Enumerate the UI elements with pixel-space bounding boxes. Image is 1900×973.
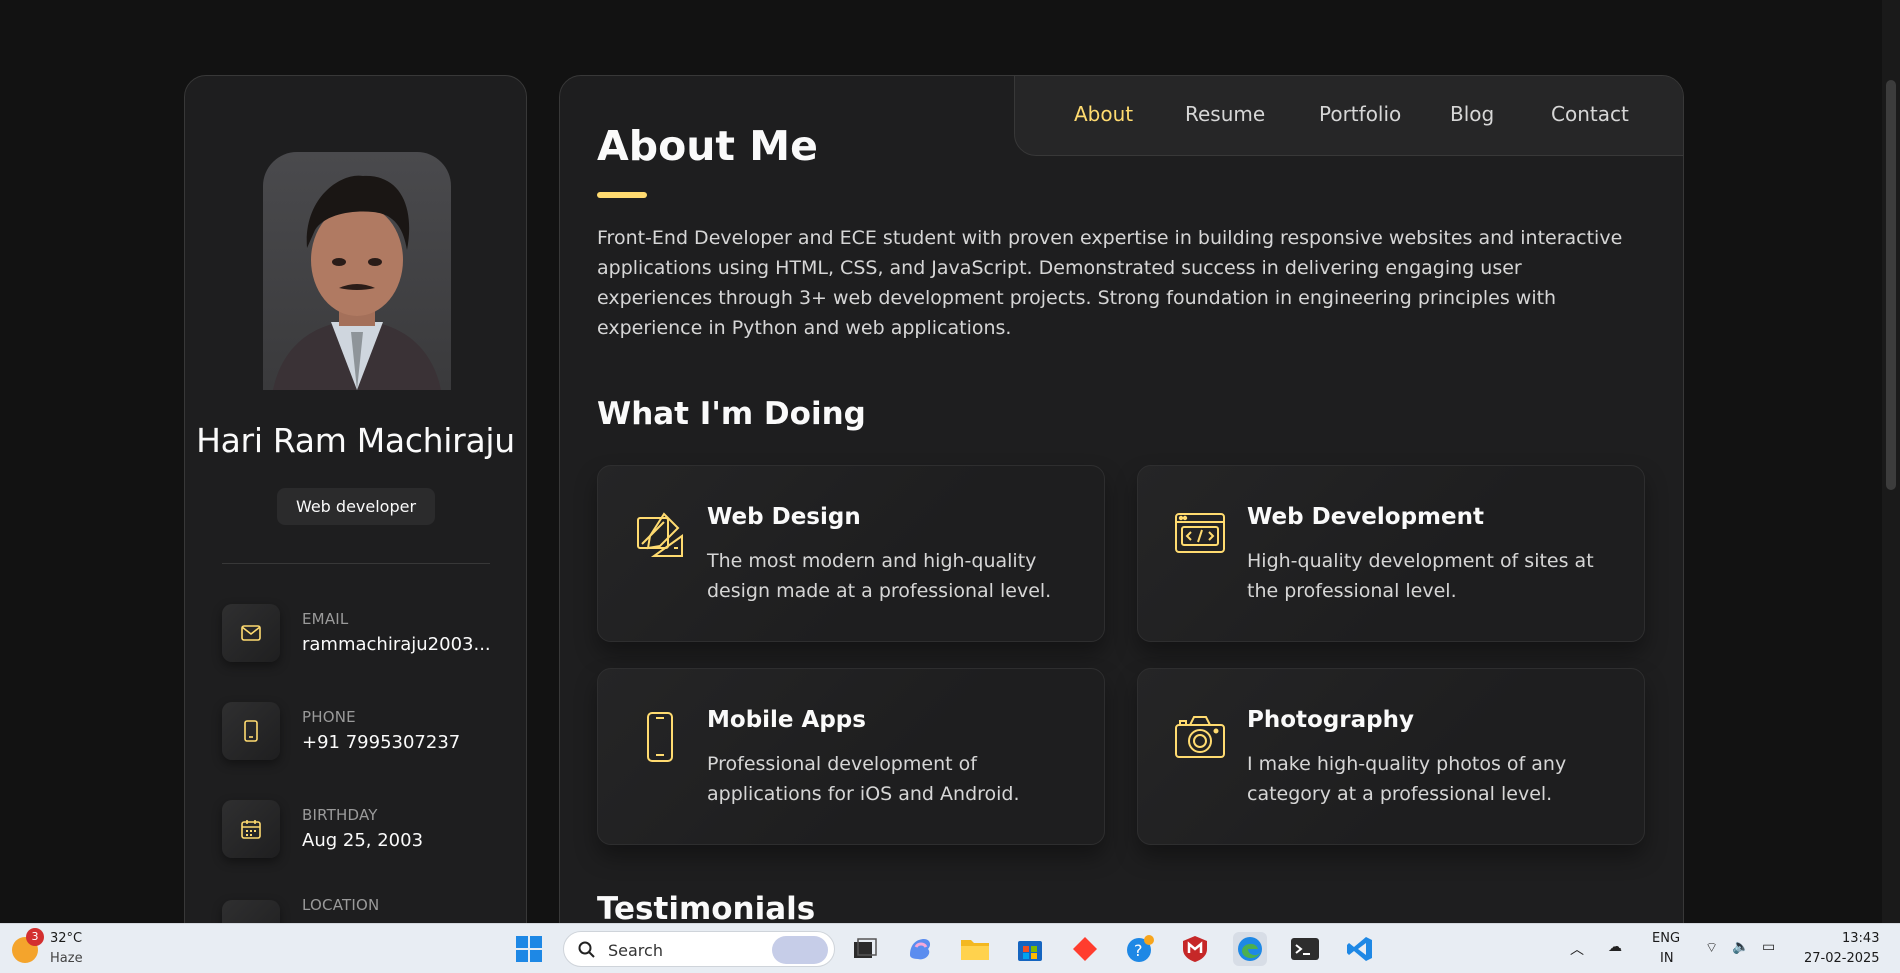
contact-label: PHONE: [302, 708, 356, 726]
profile-sidebar: Hari Ram Machiraju Web developer EMAIL r…: [184, 75, 527, 923]
calendar-icon: [222, 800, 280, 858]
wifi-icon[interactable]: ⌔: [1705, 939, 1718, 957]
code-icon: [1175, 513, 1225, 553]
nav-about[interactable]: About: [1074, 102, 1133, 126]
service-web-design: Web Design The most modern and high-qual…: [597, 465, 1105, 642]
chevron-up-icon[interactable]: ︿: [1570, 939, 1584, 959]
services-title: What I'm Doing: [597, 396, 866, 432]
weather-badge: 3: [26, 928, 44, 946]
divider: [222, 563, 490, 564]
weather-temp[interactable]: 32°C: [50, 931, 82, 946]
phone-link[interactable]: +91 7995307237: [302, 732, 460, 753]
design-icon: [637, 512, 683, 557]
service-title: Web Design: [707, 504, 861, 530]
contact-label: BIRTHDAY: [302, 806, 378, 824]
title-underline: [597, 192, 647, 198]
svg-text:?: ?: [1134, 941, 1143, 960]
search-icon: [578, 941, 595, 958]
onedrive-icon[interactable]: ☁: [1608, 939, 1622, 955]
page-title: About Me: [597, 122, 818, 170]
mobile-icon: [647, 712, 673, 762]
email-link[interactable]: rammachiraju2003...: [302, 634, 491, 655]
service-web-development: Web Development High-quality development…: [1137, 465, 1645, 642]
language-line-2[interactable]: IN: [1660, 951, 1674, 966]
scrollbar-thumb[interactable]: [1886, 80, 1896, 490]
contact-label: EMAIL: [302, 610, 349, 628]
contact-phone: PHONE +91 7995307237: [222, 702, 502, 762]
contact-email: EMAIL rammachiraju2003...: [222, 604, 502, 664]
avatar-photo: [273, 175, 441, 390]
nav-portfolio[interactable]: Portfolio: [1319, 102, 1401, 126]
store-icon[interactable]: [1013, 932, 1047, 966]
camera-icon: [1175, 716, 1225, 758]
help-icon[interactable]: ?: [1123, 932, 1157, 966]
windows-taskbar: 3 32°C Haze Search ? ︿ ☁ ENG IN ⌔ 🔈 ▭ 13…: [0, 923, 1900, 973]
service-title: Web Development: [1247, 504, 1484, 530]
clock-date[interactable]: 27-02-2025: [1804, 951, 1880, 966]
file-explorer-icon[interactable]: [958, 932, 992, 966]
avatar: [263, 152, 451, 390]
clock-time[interactable]: 13:43: [1842, 931, 1879, 946]
phone-icon: [222, 702, 280, 760]
profile-name: Hari Ram Machiraju: [196, 421, 515, 460]
language-line-1[interactable]: ENG: [1652, 931, 1680, 946]
location-icon: [222, 900, 280, 923]
service-title: Photography: [1247, 707, 1414, 733]
contact-location: LOCATION: [222, 894, 502, 923]
browser-viewport: Hari Ram Machiraju Web developer EMAIL r…: [0, 0, 1900, 923]
nav-blog[interactable]: Blog: [1450, 102, 1494, 126]
mail-icon: [222, 604, 280, 662]
volume-icon[interactable]: 🔈: [1732, 939, 1749, 955]
navbar: About Resume Portfolio Blog Contact: [1014, 76, 1683, 156]
profile-title-badge: Web developer: [277, 488, 435, 525]
contact-birthday: BIRTHDAY Aug 25, 2003: [222, 800, 502, 860]
app-diamond-icon[interactable]: [1068, 932, 1102, 966]
vscode-icon[interactable]: [1343, 932, 1377, 966]
about-text: Front-End Developer and ECE student with…: [597, 227, 1623, 339]
search-placeholder: Search: [608, 941, 663, 960]
birthday-value: Aug 25, 2003: [302, 830, 424, 851]
service-text: I make high-quality photos of any catego…: [1247, 753, 1567, 805]
task-view-icon[interactable]: [848, 932, 882, 966]
battery-icon[interactable]: ▭: [1762, 939, 1775, 955]
mcafee-icon[interactable]: [1178, 932, 1212, 966]
service-text: High-quality development of sites at the…: [1247, 550, 1594, 602]
windows-start-icon[interactable]: [512, 932, 546, 966]
scrollbar[interactable]: [1882, 0, 1900, 923]
taskbar-search[interactable]: Search: [563, 931, 835, 967]
contact-label: LOCATION: [302, 896, 380, 914]
weather-condition[interactable]: Haze: [50, 951, 83, 966]
service-photography: Photography I make high-quality photos o…: [1137, 668, 1645, 845]
nav-resume[interactable]: Resume: [1185, 102, 1265, 126]
nav-contact[interactable]: Contact: [1551, 102, 1629, 126]
service-mobile-apps: Mobile Apps Professional development of …: [597, 668, 1105, 845]
copilot-icon[interactable]: [903, 932, 937, 966]
edge-icon[interactable]: [1233, 932, 1267, 966]
main-article: About Resume Portfolio Blog Contact Abou…: [559, 75, 1684, 923]
service-title: Mobile Apps: [707, 707, 866, 733]
service-text: The most modern and high-quality design …: [707, 550, 1052, 602]
testimonials-title: Testimonials: [597, 891, 816, 923]
search-highlight-icon: [772, 936, 828, 964]
terminal-icon[interactable]: [1288, 932, 1322, 966]
service-text: Professional development of applications…: [707, 753, 1020, 805]
